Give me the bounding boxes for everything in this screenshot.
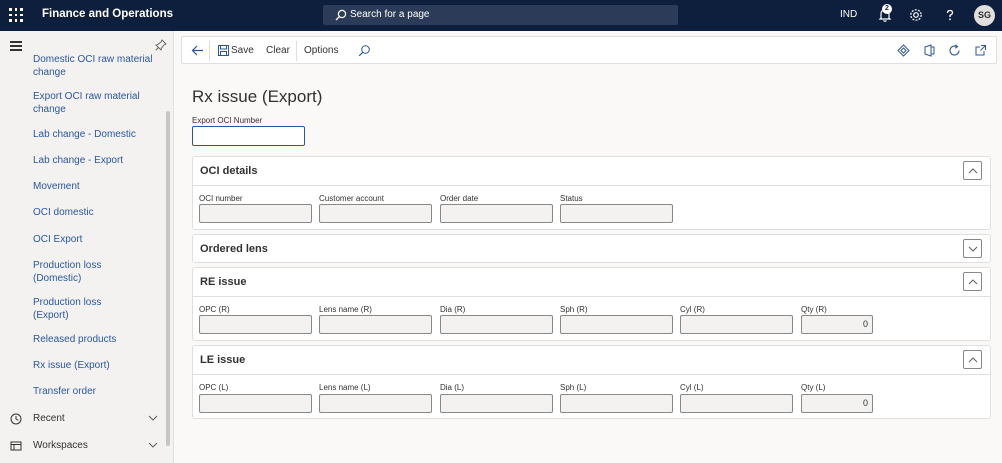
- sidebar-item-export-oci-raw-material-change[interactable]: Export OCI raw material change: [33, 90, 153, 116]
- oci-number-label: OCI number: [199, 194, 243, 203]
- section-title: OCI details: [200, 165, 258, 177]
- sidebar-item-production-loss-export[interactable]: Production loss (Export): [33, 296, 113, 322]
- save-icon[interactable]: [217, 44, 230, 57]
- chevron-down-icon: [148, 415, 158, 421]
- chevron-down-icon: [148, 442, 158, 448]
- collapse-button[interactable]: [963, 350, 982, 369]
- lens-name-l-label: Lens name (L): [319, 383, 371, 392]
- order-date-label: Order date: [440, 194, 479, 203]
- dia-l-field[interactable]: [440, 394, 553, 413]
- search-icon: [335, 9, 347, 21]
- customer-account-field[interactable]: [319, 204, 432, 223]
- hamburger-menu-icon[interactable]: [10, 41, 22, 53]
- refresh-icon[interactable]: [948, 44, 961, 57]
- lens-name-r-field[interactable]: [319, 315, 432, 334]
- sidebar-item-transfer-order[interactable]: Transfer order: [33, 385, 153, 398]
- sidebar-group-label: Workspaces: [33, 440, 88, 451]
- back-arrow-icon[interactable]: [191, 44, 204, 57]
- qty-l-label: Qty (L): [801, 383, 826, 392]
- dia-r-field[interactable]: [440, 315, 553, 334]
- sidebar-scrollbar[interactable]: [166, 111, 170, 446]
- dia-r-label: Dia (R): [440, 305, 466, 314]
- clear-button[interactable]: Clear: [266, 45, 290, 56]
- open-new-window-icon[interactable]: [974, 44, 987, 57]
- sph-r-label: Sph (R): [560, 305, 588, 314]
- oci-details-header[interactable]: OCI details: [193, 157, 990, 185]
- dia-l-label: Dia (L): [440, 383, 465, 392]
- workspace-icon: [10, 441, 22, 451]
- gear-icon[interactable]: [908, 7, 924, 23]
- sidebar-item-oci-export[interactable]: OCI Export: [33, 233, 153, 246]
- top-bar: Finance and Operations Search for a page…: [0, 0, 1002, 31]
- cyl-l-field[interactable]: [680, 394, 793, 413]
- opc-l-field[interactable]: [199, 394, 312, 413]
- sidebar-item-domestic-oci-raw-material-change[interactable]: Domestic OCI raw material change: [33, 53, 153, 79]
- sidebar-item-lab-change-export[interactable]: Lab change - Export: [33, 154, 153, 167]
- chevron-up-icon: [968, 168, 978, 174]
- save-button[interactable]: Save: [231, 45, 254, 56]
- customer-account-label: Customer account: [319, 194, 384, 203]
- action-pane: Save Clear Options: [181, 36, 997, 64]
- sidebar-group-workspaces[interactable]: Workspaces: [10, 438, 160, 454]
- navigation-pane: Domestic OCI raw material change Export …: [0, 31, 174, 463]
- avatar[interactable]: SG: [974, 5, 995, 26]
- status-label: Status: [560, 194, 583, 203]
- section-title: LE issue: [200, 354, 246, 366]
- opc-r-field[interactable]: [199, 315, 312, 334]
- sph-l-label: Sph (L): [560, 383, 587, 392]
- search-input[interactable]: Search for a page: [323, 5, 678, 25]
- help-icon[interactable]: [942, 7, 958, 23]
- notification-badge: 2: [882, 4, 892, 14]
- company-picker[interactable]: IND: [840, 9, 857, 20]
- sph-l-field[interactable]: [560, 394, 673, 413]
- sidebar-item-movement[interactable]: Movement: [33, 180, 153, 193]
- chevron-up-icon: [968, 357, 978, 363]
- app-launcher-icon[interactable]: [9, 8, 23, 22]
- collapse-button[interactable]: [963, 161, 982, 180]
- section-title: RE issue: [200, 276, 247, 288]
- sidebar-item-lab-change-domestic[interactable]: Lab change - Domestic: [33, 128, 153, 141]
- app-title[interactable]: Finance and Operations: [42, 8, 173, 20]
- le-issue-header[interactable]: LE issue: [193, 346, 990, 374]
- oci-number-field[interactable]: [199, 204, 312, 223]
- chevron-down-icon: [968, 246, 978, 252]
- pin-icon[interactable]: [155, 39, 167, 51]
- order-date-field[interactable]: [440, 204, 553, 223]
- office-icon[interactable]: [923, 44, 936, 57]
- power-apps-icon[interactable]: [897, 44, 910, 57]
- lens-name-r-label: Lens name (R): [319, 305, 372, 314]
- lens-name-l-field[interactable]: [319, 394, 432, 413]
- cyl-r-label: Cyl (R): [680, 305, 705, 314]
- options-menu[interactable]: Options: [304, 45, 338, 56]
- search-placeholder: Search for a page: [350, 9, 430, 20]
- opc-l-label: OPC (L): [199, 383, 229, 392]
- opc-r-label: OPC (R): [199, 305, 230, 314]
- ordered-lens-header[interactable]: Ordered lens: [193, 235, 990, 263]
- export-oci-number-input[interactable]: [192, 126, 305, 146]
- sph-r-field[interactable]: [560, 315, 673, 334]
- status-field[interactable]: [560, 204, 673, 223]
- clock-icon: [10, 413, 22, 425]
- qty-r-field[interactable]: 0: [801, 315, 873, 334]
- sidebar-item-released-products[interactable]: Released products: [33, 333, 153, 346]
- cyl-l-label: Cyl (L): [680, 383, 704, 392]
- export-oci-number-label: Export OCI Number: [192, 116, 263, 125]
- expand-button[interactable]: [963, 239, 982, 258]
- sidebar-item-rx-issue-export[interactable]: Rx issue (Export): [33, 359, 153, 372]
- sidebar-group-label: Recent: [33, 413, 65, 424]
- search-icon[interactable]: [358, 44, 371, 57]
- sidebar-group-recent[interactable]: Recent: [10, 411, 160, 427]
- sidebar-item-oci-domestic[interactable]: OCI domestic: [33, 206, 153, 219]
- section-title: Ordered lens: [200, 243, 268, 255]
- qty-l-field[interactable]: 0: [801, 394, 873, 413]
- sidebar-item-production-loss-domestic[interactable]: Production loss (Domestic): [33, 259, 113, 285]
- re-issue-header[interactable]: RE issue: [193, 268, 990, 296]
- page-title: Rx issue (Export): [192, 87, 323, 106]
- cyl-r-field[interactable]: [680, 315, 793, 334]
- chevron-up-icon: [968, 279, 978, 285]
- qty-r-label: Qty (R): [801, 305, 827, 314]
- ordered-lens-section: Ordered lens: [192, 234, 991, 263]
- collapse-button[interactable]: [963, 272, 982, 291]
